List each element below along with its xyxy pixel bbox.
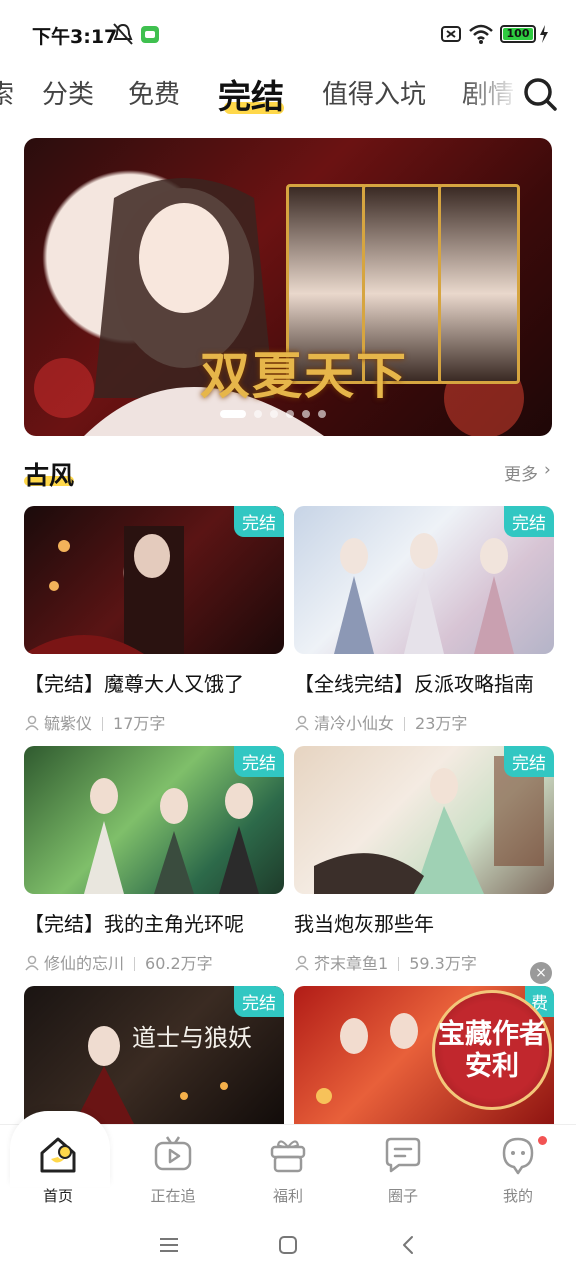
tab-category[interactable]: 分类: [42, 74, 94, 111]
card-meta: 毓紫仪 17万字: [24, 710, 165, 734]
status-badge: 完结: [234, 746, 284, 777]
battery-level: 100: [503, 28, 533, 40]
card-word-count: 59.3万字: [409, 954, 477, 973]
user-icon: [295, 715, 309, 731]
section-title: 古风: [24, 461, 75, 490]
status-badge: 完结: [504, 506, 554, 537]
profile-icon: [502, 1137, 534, 1175]
top-tabs: 索 分类 免费 完结 值得入坑 剧情: [0, 66, 576, 122]
card-cover: 完结: [24, 746, 284, 894]
tab-partial-left[interactable]: 索: [0, 74, 14, 111]
nav-following[interactable]: 正在追: [133, 1133, 213, 1206]
card-title: 【全线完结】反派攻略指南: [294, 672, 534, 696]
status-badge: 完结: [234, 986, 284, 1017]
app-notification-icon: [141, 26, 159, 43]
card-cover: 完结: [24, 506, 284, 654]
user-icon: [25, 715, 39, 731]
cover-art-text: 道士与狼妖: [132, 1024, 252, 1052]
banner-dot: [270, 410, 278, 418]
card-word-count: 23万字: [415, 714, 468, 733]
search-icon[interactable]: [520, 74, 560, 114]
banner-dot: [302, 410, 310, 418]
card-author: 修仙的忘川: [44, 954, 125, 973]
nav-label: 正在追: [150, 1187, 196, 1205]
nav-label: 福利: [272, 1187, 303, 1205]
status-badge: 完结: [504, 746, 554, 777]
tab-completed[interactable]: 完结: [218, 70, 284, 118]
notification-dot: [538, 1136, 547, 1145]
menu-icon[interactable]: [158, 1234, 180, 1256]
tab-free[interactable]: 免费: [128, 74, 180, 111]
meta-divider: [102, 717, 104, 731]
nav-profile[interactable]: 我的: [478, 1133, 558, 1206]
card-cover: 道士与狼妖 完结: [24, 986, 284, 1124]
sim-off-icon: [441, 26, 461, 42]
promo-ad-line2: 安利: [465, 1051, 519, 1082]
meta-divider: [134, 957, 136, 971]
card-title: 我当炮灰那些年: [294, 912, 434, 936]
card-author: 毓紫仪: [44, 714, 93, 733]
banner-dot-active: [220, 410, 246, 418]
card-meta: 芥末章鱼1 59.3万字: [294, 950, 477, 974]
user-icon: [295, 955, 309, 971]
card-author: 芥末章鱼1: [314, 954, 389, 973]
nav-home[interactable]: 首页: [18, 1133, 98, 1206]
wifi-icon: [469, 24, 493, 44]
promo-ad-badge[interactable]: 宝藏作者 安利: [432, 990, 552, 1110]
tv-play-icon: [154, 1136, 192, 1171]
banner-dot: [286, 410, 294, 418]
tab-worth-reading[interactable]: 值得入坑: [322, 74, 426, 111]
banner-portrait-3: [438, 184, 520, 384]
status-bar: 下午3:17 100: [0, 0, 576, 70]
home-square-icon[interactable]: [277, 1234, 299, 1256]
status-badge: 完结: [234, 506, 284, 537]
card-author: 清冷小仙女: [314, 714, 395, 733]
chevron-right-icon[interactable]: ›: [544, 460, 551, 480]
nav-label: 首页: [42, 1187, 73, 1205]
battery-icon: 100: [500, 25, 536, 43]
meta-divider: [398, 957, 400, 971]
card-title: 【完结】魔尊大人又饿了: [24, 672, 244, 696]
nav-welfare[interactable]: 福利: [248, 1133, 328, 1206]
bell-off-icon: [113, 23, 133, 45]
user-icon: [25, 955, 39, 971]
banner-dot: [254, 410, 262, 418]
card-word-count: 60.2万字: [145, 954, 213, 973]
banner-dot: [318, 410, 326, 418]
nav-community[interactable]: 圈子: [363, 1133, 443, 1206]
meta-divider: [404, 717, 406, 731]
back-icon[interactable]: [398, 1234, 420, 1256]
card-cover: 完结: [294, 746, 554, 894]
card-cover: 完结: [294, 506, 554, 654]
gift-icon: [270, 1140, 306, 1173]
card-meta: 修仙的忘川 60.2万字: [24, 950, 213, 974]
chat-bubble-icon: [385, 1137, 421, 1173]
tabs-fade: [460, 66, 520, 122]
close-ad-button[interactable]: ×: [530, 962, 552, 984]
system-nav-bar: [0, 1210, 576, 1280]
hero-banner[interactable]: 双夏天下: [24, 138, 552, 436]
home-icon: [40, 1137, 76, 1173]
banner-title-art: 双夏天下: [200, 346, 408, 405]
card-meta: 清冷小仙女 23万字: [294, 710, 467, 734]
charging-icon: [540, 25, 548, 43]
nav-label: 圈子: [387, 1187, 418, 1205]
bottom-nav: 首页 正在追 福利 圈子 我的: [0, 1111, 576, 1210]
more-link[interactable]: 更多: [504, 460, 538, 485]
nav-label: 我的: [502, 1187, 533, 1205]
status-time: 下午3:17: [32, 26, 118, 48]
card-word-count: 17万字: [113, 714, 166, 733]
promo-ad-line1: 宝藏作者: [438, 1019, 546, 1050]
card-title: 【完结】我的主角光环呢: [24, 912, 244, 936]
